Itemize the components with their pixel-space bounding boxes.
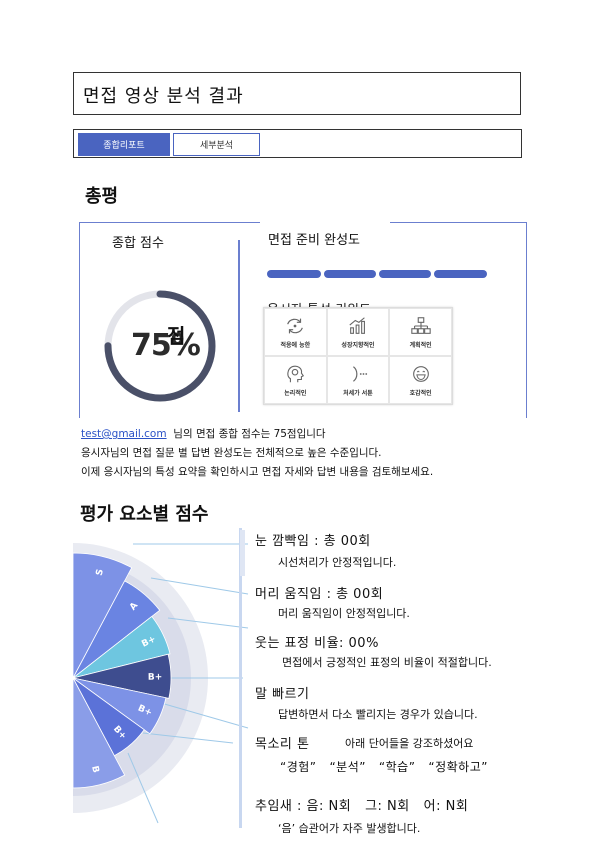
item-head-desc: 머리 움직임이 안정적입니다. [278, 607, 410, 620]
item-accent [240, 530, 245, 576]
item-tone-keywords: “경험” “분석” “학습” “정확하고” [280, 760, 488, 774]
item-speed-desc: 답변하면서 다소 빨리지는 경우가 있습니다. [278, 708, 478, 721]
score-label: 종합 점수 [112, 236, 164, 251]
adapt-icon [287, 318, 304, 333]
trait-label: 처세가 서툰 [343, 389, 373, 397]
trait-likable: 호감적인 [389, 356, 452, 404]
trait-label: 성장지향적인 [341, 341, 375, 349]
trait-label: 계획적인 [409, 341, 432, 349]
score-unit: 점 [167, 324, 186, 348]
growth-chart-icon [349, 316, 365, 334]
page-title: 면접 영상 분석 결과 [83, 86, 244, 107]
email-link[interactable]: test@gmail.com [81, 428, 167, 440]
summary-line-1-text: 님의 면접 종합 점수는 75점입니다 [173, 428, 326, 440]
summary-line-3: 이제 응시자님의 특성 요약을 확인하시고 면접 자세와 답변 내용을 검토해보… [81, 466, 434, 478]
criteria-heading: 평가 요소별 점수 [80, 504, 209, 525]
item-smile-title: 웃는 표정 비율: 00% [255, 636, 379, 651]
item-tone-title: 목소리 톤 [255, 737, 310, 752]
tab-detail-analysis[interactable]: 세부분석 [173, 133, 260, 156]
summary-line-2: 응시자님의 면접 질문 별 답변 완성도는 전체적으로 높은 수준입니다. [81, 447, 382, 459]
tab-overall-report[interactable]: 종합리포트 [78, 133, 170, 156]
head-icon [287, 365, 305, 382]
readiness-label: 면접 준비 완성도 [268, 233, 360, 248]
readiness-segment [324, 270, 376, 278]
score-value: 75% [131, 328, 201, 363]
trait-planned: 계획적인 [389, 308, 452, 356]
item-blink-desc: 시선처리가 안정적입니다. [278, 556, 397, 569]
item-smile-desc: 면접에서 긍정적인 표정의 비율이 적절합니다. [282, 656, 492, 669]
item-head-title: 머리 움직임 : 총 00회 [255, 587, 384, 602]
item-filler-title: 추임새 : 음: N회 그: N회 어: N회 [255, 799, 469, 814]
summary-heading: 총평 [85, 186, 119, 207]
readiness-segment [379, 270, 431, 278]
trait-growth: 성장지향적인 [326, 308, 390, 356]
summary-line-1: test@gmail.com 님의 면접 종합 점수는 75점입니다 [81, 425, 551, 444]
criteria-radial-graphic: SAB+B+B+B+B [73, 528, 249, 828]
item-blink-title: 눈 깜빡임 : 총 00회 [255, 534, 371, 549]
trait-logical: 논리적인 [264, 356, 327, 404]
item-speed-title: 말 빠르기 [255, 687, 310, 702]
item-filler-desc: ‘음’ 습관어가 자주 발생합니다. [278, 822, 421, 835]
readiness-segment [434, 270, 487, 278]
card-divider [238, 240, 240, 412]
trait-label: 적응에 능한 [280, 341, 311, 349]
smile-icon [412, 365, 429, 382]
grade-label: B+ [148, 672, 163, 682]
speech-icon [352, 365, 368, 382]
report-title-box: 면접 영상 분석 결과 [73, 72, 521, 115]
traits-grid: 적응에 능한 성장지향적인 계획적인 논리적인 처세가 서툰 호감적인 [263, 307, 453, 405]
summary-text: test@gmail.com 님의 면접 종합 점수는 75점입니다 응시자님의… [81, 425, 551, 482]
org-chart-icon [410, 316, 431, 334]
item-tone-note: 아래 단어들을 강조하셨어요 [345, 737, 474, 750]
trait-adaptable: 적응에 능한 [264, 308, 327, 356]
trait-clumsy: 처세가 서툰 [326, 356, 390, 404]
trait-label: 논리적인 [284, 389, 307, 397]
trait-label: 호감적인 [409, 389, 432, 397]
readiness-segment [267, 270, 321, 278]
tab-bar: 종합리포트 세부분석 [73, 129, 522, 158]
